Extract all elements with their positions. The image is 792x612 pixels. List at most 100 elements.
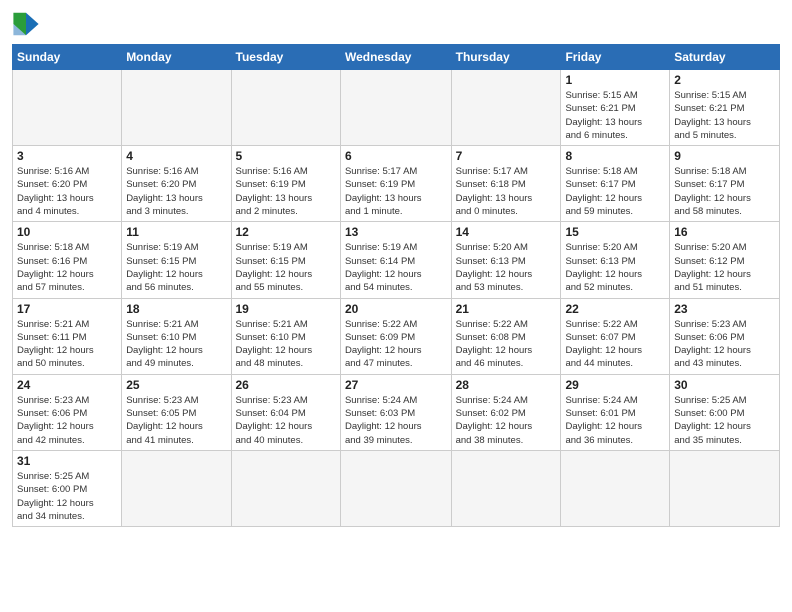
day-info: Sunrise: 5:15 AM Sunset: 6:21 PM Dayligh… <box>565 89 665 142</box>
calendar-cell: 25 Sunrise: 5:23 AM Sunset: 6:05 PM Dayli… <box>122 374 231 450</box>
day-info: Sunrise: 5:22 AM Sunset: 6:07 PM Dayligh… <box>565 318 665 371</box>
calendar-week-5: 24 Sunrise: 5:23 AM Sunset: 6:06 PM Dayli… <box>13 374 780 450</box>
weekday-header-friday: Friday <box>561 45 670 70</box>
day-number: 14 <box>456 225 557 239</box>
calendar-cell <box>451 70 561 146</box>
calendar-cell: 24 Sunrise: 5:23 AM Sunset: 6:06 PM Dayli… <box>13 374 122 450</box>
day-number: 9 <box>674 149 775 163</box>
day-number: 24 <box>17 378 117 392</box>
day-info: Sunrise: 5:20 AM Sunset: 6:13 PM Dayligh… <box>456 241 557 294</box>
day-number: 16 <box>674 225 775 239</box>
day-number: 21 <box>456 302 557 316</box>
calendar: SundayMondayTuesdayWednesdayThursdayFrid… <box>12 44 780 527</box>
day-info: Sunrise: 5:23 AM Sunset: 6:06 PM Dayligh… <box>674 318 775 371</box>
day-info: Sunrise: 5:19 AM Sunset: 6:15 PM Dayligh… <box>126 241 226 294</box>
calendar-cell: 1 Sunrise: 5:15 AM Sunset: 6:21 PM Daylig… <box>561 70 670 146</box>
day-info: Sunrise: 5:21 AM Sunset: 6:11 PM Dayligh… <box>17 318 117 371</box>
calendar-week-6: 31 Sunrise: 5:25 AM Sunset: 6:00 PM Dayli… <box>13 450 780 526</box>
day-info: Sunrise: 5:22 AM Sunset: 6:08 PM Dayligh… <box>456 318 557 371</box>
day-info: Sunrise: 5:23 AM Sunset: 6:05 PM Dayligh… <box>126 394 226 447</box>
day-number: 13 <box>345 225 447 239</box>
day-number: 5 <box>236 149 336 163</box>
day-info: Sunrise: 5:21 AM Sunset: 6:10 PM Dayligh… <box>126 318 226 371</box>
calendar-cell: 6 Sunrise: 5:17 AM Sunset: 6:19 PM Daylig… <box>340 146 451 222</box>
calendar-cell: 21 Sunrise: 5:22 AM Sunset: 6:08 PM Dayli… <box>451 298 561 374</box>
calendar-cell: 16Sunrise: 5:20 AM Sunset: 6:12 PM Dayli… <box>670 222 780 298</box>
day-number: 30 <box>674 378 775 392</box>
day-number: 2 <box>674 73 775 87</box>
calendar-cell: 31 Sunrise: 5:25 AM Sunset: 6:00 PM Dayli… <box>13 450 122 526</box>
day-number: 27 <box>345 378 447 392</box>
page: SundayMondayTuesdayWednesdayThursdayFrid… <box>0 0 792 612</box>
day-number: 29 <box>565 378 665 392</box>
day-info: Sunrise: 5:25 AM Sunset: 6:00 PM Dayligh… <box>674 394 775 447</box>
calendar-cell: 8 Sunrise: 5:18 AM Sunset: 6:17 PM Daylig… <box>561 146 670 222</box>
calendar-cell: 10 Sunrise: 5:18 AM Sunset: 6:16 PM Dayli… <box>13 222 122 298</box>
logo <box>12 10 44 38</box>
day-number: 15 <box>565 225 665 239</box>
day-info: Sunrise: 5:16 AM Sunset: 6:20 PM Dayligh… <box>126 165 226 218</box>
day-info: Sunrise: 5:22 AM Sunset: 6:09 PM Dayligh… <box>345 318 447 371</box>
day-info: Sunrise: 5:25 AM Sunset: 6:00 PM Dayligh… <box>17 470 117 523</box>
weekday-header-row: SundayMondayTuesdayWednesdayThursdayFrid… <box>13 45 780 70</box>
calendar-cell: 14 Sunrise: 5:20 AM Sunset: 6:13 PM Dayli… <box>451 222 561 298</box>
calendar-cell <box>670 450 780 526</box>
day-info: Sunrise: 5:21 AM Sunset: 6:10 PM Dayligh… <box>236 318 336 371</box>
calendar-cell <box>122 70 231 146</box>
calendar-cell <box>451 450 561 526</box>
calendar-cell: 12Sunrise: 5:19 AM Sunset: 6:15 PM Dayli… <box>231 222 340 298</box>
day-info: Sunrise: 5:18 AM Sunset: 6:16 PM Dayligh… <box>17 241 117 294</box>
weekday-header-sunday: Sunday <box>13 45 122 70</box>
calendar-cell <box>13 70 122 146</box>
day-info: Sunrise: 5:20 AM Sunset: 6:13 PM Dayligh… <box>565 241 665 294</box>
day-number: 20 <box>345 302 447 316</box>
day-number: 26 <box>236 378 336 392</box>
calendar-cell <box>122 450 231 526</box>
calendar-cell: 17Sunrise: 5:21 AM Sunset: 6:11 PM Dayli… <box>13 298 122 374</box>
day-number: 19 <box>236 302 336 316</box>
calendar-week-4: 17Sunrise: 5:21 AM Sunset: 6:11 PM Dayli… <box>13 298 780 374</box>
calendar-cell: 15 Sunrise: 5:20 AM Sunset: 6:13 PM Dayli… <box>561 222 670 298</box>
day-info: Sunrise: 5:23 AM Sunset: 6:06 PM Dayligh… <box>17 394 117 447</box>
calendar-cell: 30 Sunrise: 5:25 AM Sunset: 6:00 PM Dayli… <box>670 374 780 450</box>
day-info: Sunrise: 5:17 AM Sunset: 6:19 PM Dayligh… <box>345 165 447 218</box>
day-number: 31 <box>17 454 117 468</box>
day-info: Sunrise: 5:18 AM Sunset: 6:17 PM Dayligh… <box>565 165 665 218</box>
weekday-header-monday: Monday <box>122 45 231 70</box>
calendar-cell: 11 Sunrise: 5:19 AM Sunset: 6:15 PM Dayli… <box>122 222 231 298</box>
calendar-week-1: 1 Sunrise: 5:15 AM Sunset: 6:21 PM Daylig… <box>13 70 780 146</box>
calendar-cell: 5Sunrise: 5:16 AM Sunset: 6:19 PM Daylig… <box>231 146 340 222</box>
day-number: 22 <box>565 302 665 316</box>
calendar-cell: 2Sunrise: 5:15 AM Sunset: 6:21 PM Daylig… <box>670 70 780 146</box>
day-info: Sunrise: 5:19 AM Sunset: 6:14 PM Dayligh… <box>345 241 447 294</box>
logo-icon <box>12 10 40 38</box>
day-number: 28 <box>456 378 557 392</box>
day-number: 7 <box>456 149 557 163</box>
day-number: 8 <box>565 149 665 163</box>
calendar-cell: 13 Sunrise: 5:19 AM Sunset: 6:14 PM Dayli… <box>340 222 451 298</box>
weekday-header-wednesday: Wednesday <box>340 45 451 70</box>
calendar-week-2: 3 Sunrise: 5:16 AM Sunset: 6:20 PM Daylig… <box>13 146 780 222</box>
day-number: 18 <box>126 302 226 316</box>
calendar-cell: 23 Sunrise: 5:23 AM Sunset: 6:06 PM Dayli… <box>670 298 780 374</box>
calendar-cell <box>231 450 340 526</box>
day-number: 23 <box>674 302 775 316</box>
calendar-cell <box>340 450 451 526</box>
day-number: 1 <box>565 73 665 87</box>
day-number: 3 <box>17 149 117 163</box>
day-info: Sunrise: 5:16 AM Sunset: 6:20 PM Dayligh… <box>17 165 117 218</box>
calendar-cell: 7Sunrise: 5:17 AM Sunset: 6:18 PM Daylig… <box>451 146 561 222</box>
weekday-header-tuesday: Tuesday <box>231 45 340 70</box>
header <box>12 10 780 38</box>
calendar-cell: 18 Sunrise: 5:21 AM Sunset: 6:10 PM Dayli… <box>122 298 231 374</box>
day-number: 10 <box>17 225 117 239</box>
day-number: 6 <box>345 149 447 163</box>
day-info: Sunrise: 5:23 AM Sunset: 6:04 PM Dayligh… <box>236 394 336 447</box>
day-info: Sunrise: 5:24 AM Sunset: 6:03 PM Dayligh… <box>345 394 447 447</box>
calendar-cell: 3 Sunrise: 5:16 AM Sunset: 6:20 PM Daylig… <box>13 146 122 222</box>
calendar-cell: 22 Sunrise: 5:22 AM Sunset: 6:07 PM Dayli… <box>561 298 670 374</box>
weekday-header-saturday: Saturday <box>670 45 780 70</box>
day-number: 11 <box>126 225 226 239</box>
day-info: Sunrise: 5:24 AM Sunset: 6:02 PM Dayligh… <box>456 394 557 447</box>
day-number: 25 <box>126 378 226 392</box>
